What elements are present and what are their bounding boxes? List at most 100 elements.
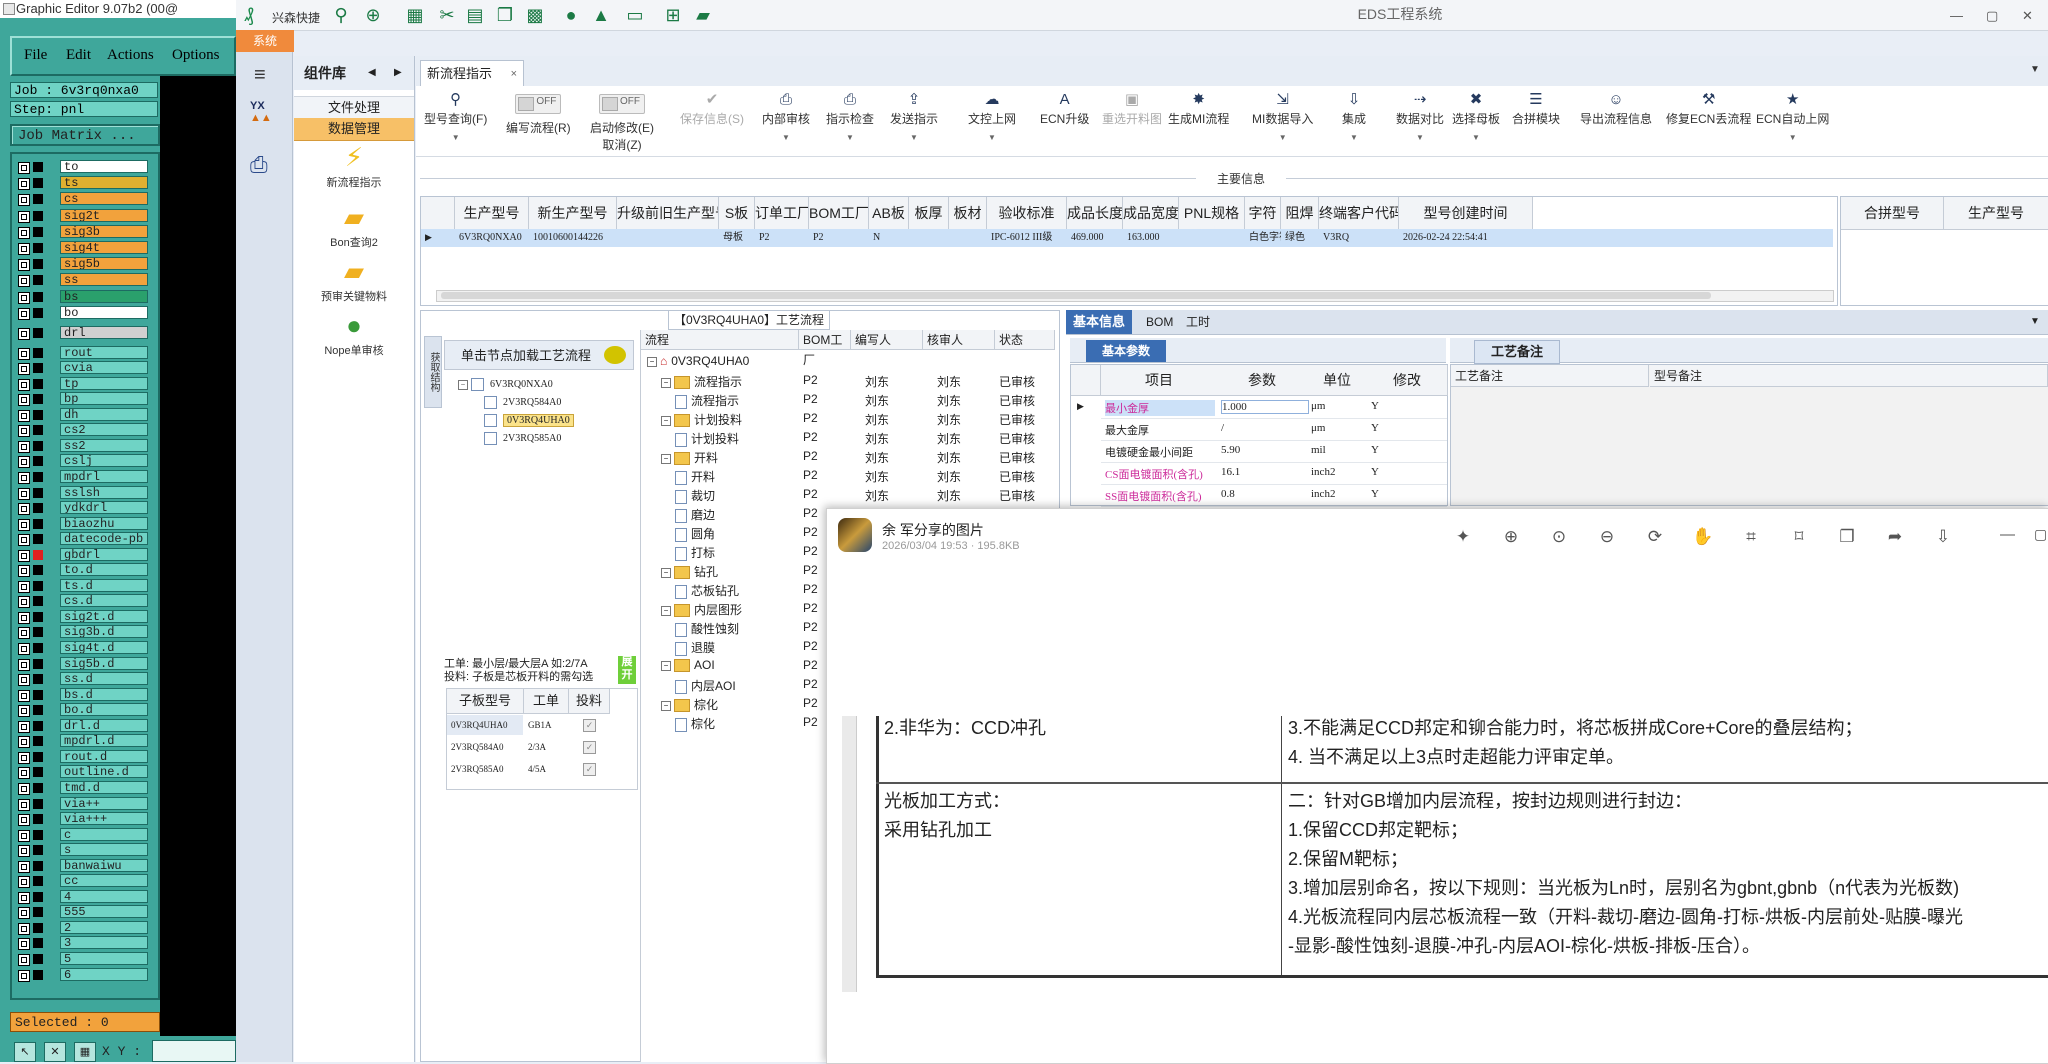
layer-affected-marker[interactable] [33, 891, 43, 902]
sub-grid-cell[interactable]: 4/5A [524, 759, 568, 779]
grid-cell[interactable] [1179, 229, 1245, 247]
grid-col-header[interactable]: 成品宽度 [1123, 197, 1179, 230]
layer-row[interactable]: ss.d [16, 672, 156, 687]
layer-name[interactable]: bs [60, 289, 148, 303]
layer-name[interactable]: mpdrl [60, 469, 148, 483]
search-icon[interactable]: ⚲ [330, 5, 352, 25]
dropdown-caret-icon[interactable]: ▼ [424, 133, 487, 143]
collapse-icon[interactable]: − [661, 415, 671, 426]
layer-visibility-checkbox[interactable] [18, 549, 30, 562]
layer-affected-marker[interactable] [33, 876, 43, 887]
layer-row[interactable]: bs.d [16, 687, 156, 702]
layer-visibility-checkbox[interactable] [18, 705, 30, 718]
tree-checkbox[interactable] [484, 414, 497, 427]
collapse-left-icon[interactable]: ◀ [368, 56, 376, 90]
param-col-header[interactable]: 单位 [1307, 365, 1368, 396]
tree-checkbox[interactable] [471, 378, 484, 391]
windows-icon[interactable]: ⊞ [662, 5, 684, 25]
grid-cell[interactable]: P2 [809, 229, 869, 247]
printer-icon[interactable]: ⎙ [250, 152, 280, 182]
layer-affected-marker[interactable] [33, 518, 43, 529]
crop-icon[interactable]: ⌗ [1740, 526, 1762, 548]
param-row[interactable]: 最小金厚 1.000 μm Y [1101, 396, 1447, 419]
flow-name-cell[interactable]: 开料 [675, 468, 715, 485]
param-row[interactable]: CS面电镀面积(含孔) 16.1 inch2 Y [1101, 462, 1447, 485]
toolbar-8-button[interactable]: ☁ 文控上网 ▼ [968, 90, 1016, 143]
layer-row[interactable]: mpdrl [16, 469, 156, 484]
layer-row[interactable]: tmd.d [16, 780, 156, 795]
param-row[interactable]: 最大金厚 / μm Y [1101, 418, 1447, 441]
layer-row[interactable]: cslj [16, 454, 156, 469]
layer-visibility-checkbox[interactable] [18, 226, 30, 239]
collapse-icon[interactable]: − [661, 453, 671, 464]
scissors-icon[interactable]: ✂ [436, 5, 458, 25]
tab-new-flow[interactable]: 新流程指示 × [420, 60, 524, 86]
flow-name-cell[interactable]: 磨边 [675, 506, 715, 523]
layer-visibility-checkbox[interactable] [18, 409, 30, 422]
layer-affected-marker[interactable] [33, 226, 43, 237]
help-icon[interactable]: ⊕ [362, 5, 384, 25]
bom-query-item[interactable]: ▰ Bon查询2 [294, 202, 414, 250]
layer-name[interactable]: cs.d [60, 594, 148, 608]
layer-row[interactable]: datecode-pb [16, 532, 156, 547]
layer-row[interactable]: bo [16, 305, 156, 320]
layer-name[interactable]: cslj [60, 454, 148, 468]
layer-affected-marker[interactable] [33, 845, 43, 856]
layer-name[interactable]: via+++ [60, 812, 148, 826]
file-process-button[interactable]: 文件处理 [294, 96, 414, 120]
layer-affected-marker[interactable] [33, 689, 43, 700]
sub-grid-cell[interactable]: 2V3RQ584A0 [447, 737, 523, 757]
layer-row[interactable]: sig2t.d [16, 609, 156, 624]
collapse-icon[interactable]: − [647, 356, 657, 367]
grid-cell[interactable]: N [869, 229, 909, 247]
layer-affected-marker[interactable] [33, 549, 43, 560]
layer-visibility-checkbox[interactable] [18, 178, 30, 191]
grid-cell[interactable]: 10010600144226 [529, 229, 617, 247]
layer-visibility-checkbox[interactable] [18, 194, 30, 207]
craft-col-header[interactable]: 工艺备注 [1451, 365, 1649, 387]
layer-row[interactable]: banwaiwu [16, 858, 156, 873]
layer-row[interactable]: ss [16, 273, 156, 288]
toggle-switch[interactable]: OFF [599, 94, 645, 114]
layer-visibility-checkbox[interactable] [18, 782, 30, 795]
layer-visibility-checkbox[interactable] [18, 596, 30, 609]
layer-row[interactable]: sig4t [16, 241, 156, 255]
layer-name[interactable]: 2 [60, 920, 148, 934]
layer-row[interactable]: biaozhu [16, 516, 156, 531]
dropdown-caret-icon[interactable]: ▼ [1756, 133, 1829, 143]
tab-bom[interactable]: BOM [1146, 310, 1173, 334]
flow-name-cell[interactable]: 退膜 [675, 639, 715, 656]
layer-row[interactable]: ydkdrl [16, 501, 156, 516]
layer-row[interactable]: c [16, 827, 156, 842]
layer-name[interactable]: ss2 [60, 438, 148, 452]
layer-name[interactable]: sig3b.d [60, 625, 148, 639]
layer-row[interactable]: gbdrl [16, 547, 156, 562]
prereview-item[interactable]: ▰ 预审关键物料 [294, 256, 414, 304]
grid-cell[interactable]: 白色字符 [1245, 229, 1281, 247]
layer-visibility-checkbox[interactable] [18, 829, 30, 842]
layer-name[interactable]: bs.d [60, 687, 148, 701]
toggle-switch[interactable]: OFF [515, 94, 562, 114]
yx-logo-icon[interactable]: YX ▲▲ [250, 100, 280, 134]
flow-name-cell[interactable]: − 钻孔 [661, 563, 718, 580]
cross-tool-icon[interactable]: ✕ [44, 1042, 66, 1062]
dropdown-caret-icon[interactable]: ▼ [1252, 133, 1313, 143]
layer-visibility-checkbox[interactable] [18, 534, 30, 547]
layer-affected-marker[interactable] [33, 210, 43, 221]
layer-affected-marker[interactable] [33, 275, 43, 286]
layer-visibility-checkbox[interactable] [18, 736, 30, 749]
nope-review-item[interactable]: ● Nope单审核 [294, 310, 414, 358]
flow-row[interactable]: − 开料 P2 刘东 刘东 已审核 [641, 447, 1055, 466]
layer-visibility-checkbox[interactable] [18, 720, 30, 733]
viewer-maximize-button[interactable]: ▢ [2034, 526, 2047, 543]
layer-visibility-checkbox[interactable] [18, 611, 30, 624]
layer-name[interactable]: tp [60, 376, 148, 390]
layer-affected-marker[interactable] [33, 534, 43, 545]
layer-visibility-checkbox[interactable] [18, 162, 30, 174]
layer-name[interactable]: sig5b [60, 257, 148, 271]
layer-name[interactable]: sig2t.d [60, 609, 148, 623]
layer-affected-marker[interactable] [33, 938, 43, 949]
expand-button[interactable]: 展开 [618, 656, 636, 684]
toolbar-13-button[interactable]: ⇩ 集成 ▼ [1342, 90, 1366, 143]
layer-visibility-checkbox[interactable] [18, 307, 30, 320]
